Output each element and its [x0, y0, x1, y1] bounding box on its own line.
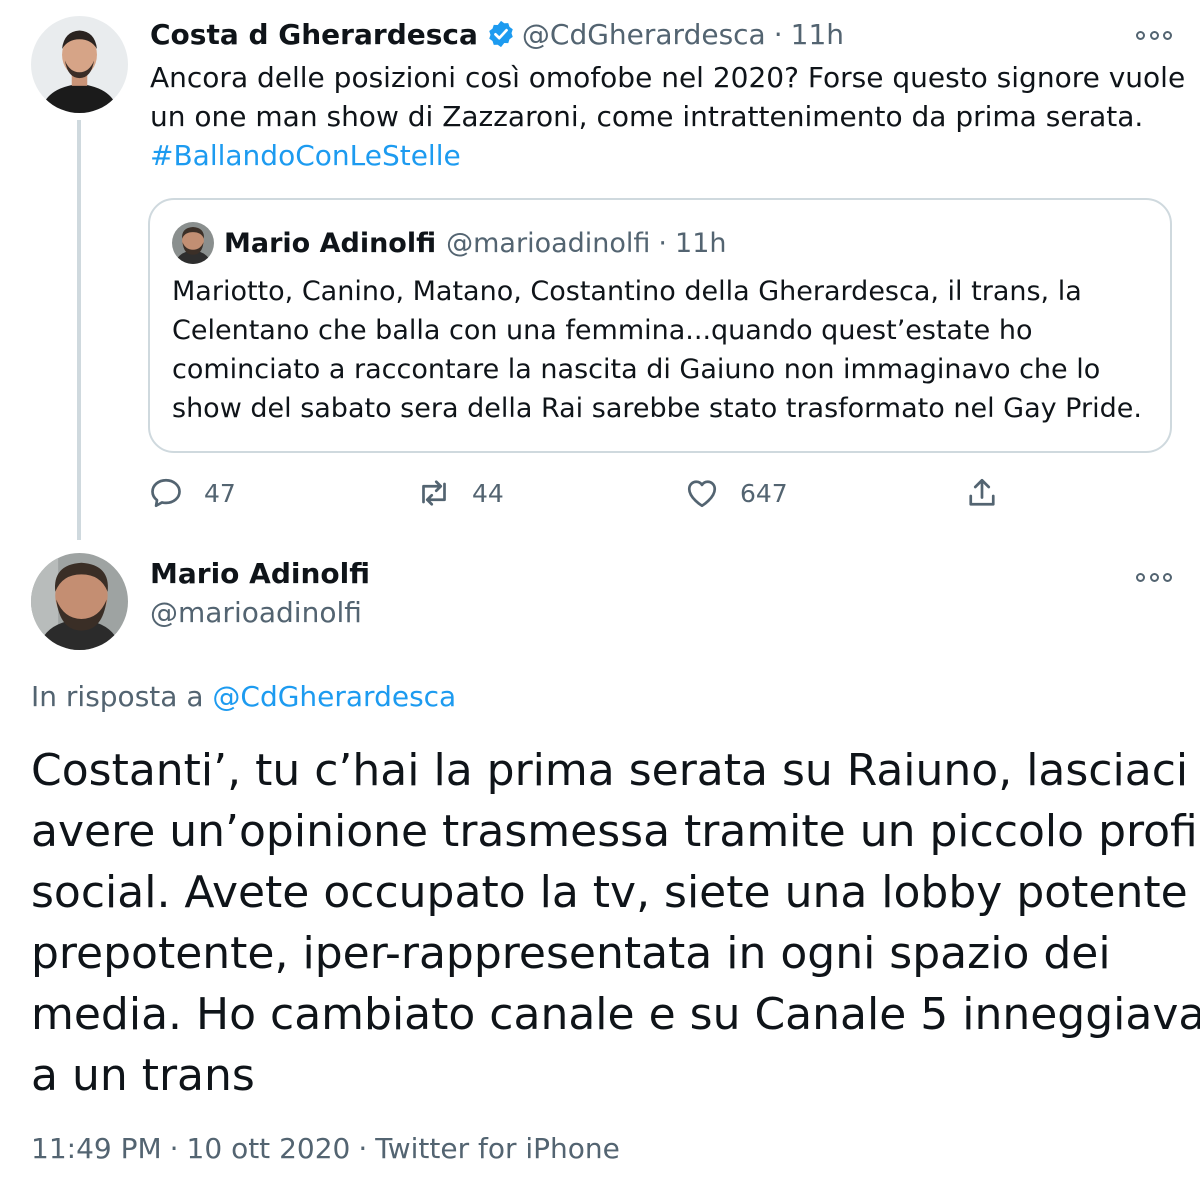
verified-badge-icon: [486, 19, 516, 49]
quoted-handle: @marioadinolfi: [446, 227, 651, 259]
tweet-thread: Costa d Gherardesca @CdGherardesca · 11h…: [0, 0, 1200, 1197]
quoted-text-line: Mariotto, Canino, Matano, Costantino del…: [172, 276, 1082, 307]
hashtag-link[interactable]: #BallandoConLeStelle: [150, 136, 1160, 175]
reply-text-line: media. Ho cambiato canale e su Canale 5 …: [31, 989, 1200, 1040]
more-options-icon[interactable]: [1136, 25, 1172, 45]
like-icon: [687, 480, 717, 508]
tweet-date[interactable]: 10 ott 2020: [187, 1132, 351, 1165]
quoted-avatar-image: [172, 222, 214, 264]
parent-display-name[interactable]: Costa d Gherardesca: [150, 18, 478, 51]
quoted-tweet-header: Mario Adinolfi @marioadinolfi · 11h: [224, 222, 726, 264]
share-icon: [969, 478, 995, 506]
quoted-avatar: [172, 222, 214, 264]
separator-dot: ·: [658, 227, 668, 259]
parent-tweet-header: Costa d Gherardesca @CdGherardesca · 11h: [150, 14, 844, 54]
parent-timestamp[interactable]: 11h: [791, 18, 844, 51]
separator-dot: ·: [773, 17, 783, 51]
quoted-timestamp: 11h: [675, 227, 727, 259]
retweet-count: 44: [472, 478, 504, 508]
quoted-tweet-text: Mariotto, Canino, Matano, Costantino del…: [172, 272, 1162, 428]
avatar-mario-image: [31, 553, 128, 650]
quoted-text-line: show del sabato sera della Rai sarebbe s…: [172, 393, 1142, 424]
avatar-mario[interactable]: [31, 553, 128, 650]
reply-tweet-text: Costanti’, tu c’hai la prima serata su R…: [31, 740, 1200, 1106]
separator-dot: ·: [358, 1132, 368, 1165]
reply-text-line: social. Avete occupato la tv, siete una …: [31, 867, 1200, 918]
reply-handle[interactable]: @marioadinolfi: [150, 596, 362, 629]
retweet-icon: [422, 480, 446, 506]
reply-display-name[interactable]: Mario Adinolfi: [150, 557, 370, 590]
parent-text-line: Ancora delle posizioni così omofobe nel …: [150, 61, 1186, 94]
reply-text-line: a un trans: [31, 1050, 255, 1101]
reply-text-line: avere un’opinione trasmessa tramite un p…: [31, 806, 1200, 857]
replying-to-mention[interactable]: @CdGherardesca: [212, 680, 456, 713]
quoted-text-line: Celentano che balla con una femmina...qu…: [172, 315, 1033, 346]
tweet-client[interactable]: Twitter for iPhone: [375, 1132, 620, 1165]
avatar-costa[interactable]: [31, 16, 128, 113]
separator-dot: ·: [169, 1132, 179, 1165]
more-options-icon[interactable]: [1136, 567, 1172, 587]
avatar-costa-image: [31, 16, 128, 113]
tweet-metadata: 11:49 PM · 10 ott 2020 · Twitter for iPhone: [31, 1132, 620, 1165]
parent-tweet-text: Ancora delle posizioni così omofobe nel …: [150, 58, 1186, 175]
share-button[interactable]: [964, 472, 1000, 514]
reply-text-line: Costanti’, tu c’hai la prima serata su R…: [31, 745, 1189, 796]
reply-button[interactable]: 47: [148, 472, 236, 514]
reply-icon: [151, 478, 181, 508]
thread-connector-line: [77, 120, 81, 540]
parent-handle[interactable]: @CdGherardesca: [522, 18, 766, 51]
quoted-tweet-card[interactable]: Mario Adinolfi @marioadinolfi · 11h Mari…: [148, 198, 1172, 453]
reply-text-line: prepotente, iper-rappresentata in ogni s…: [31, 928, 1111, 979]
quoted-display-name: Mario Adinolfi: [224, 227, 437, 259]
reply-count: 47: [204, 478, 236, 508]
replying-to-label: In risposta a: [31, 680, 204, 713]
replying-to: In risposta a @CdGherardesca: [31, 680, 456, 713]
retweet-button[interactable]: 44: [416, 472, 504, 514]
like-button[interactable]: 647: [684, 472, 788, 514]
like-count: 647: [740, 478, 788, 508]
quoted-text-line: cominciato a raccontare la nascita di Ga…: [172, 354, 1101, 385]
tweet-time[interactable]: 11:49 PM: [31, 1132, 162, 1165]
parent-text-line: un one man show di Zazzaroni, come intra…: [150, 100, 1144, 133]
